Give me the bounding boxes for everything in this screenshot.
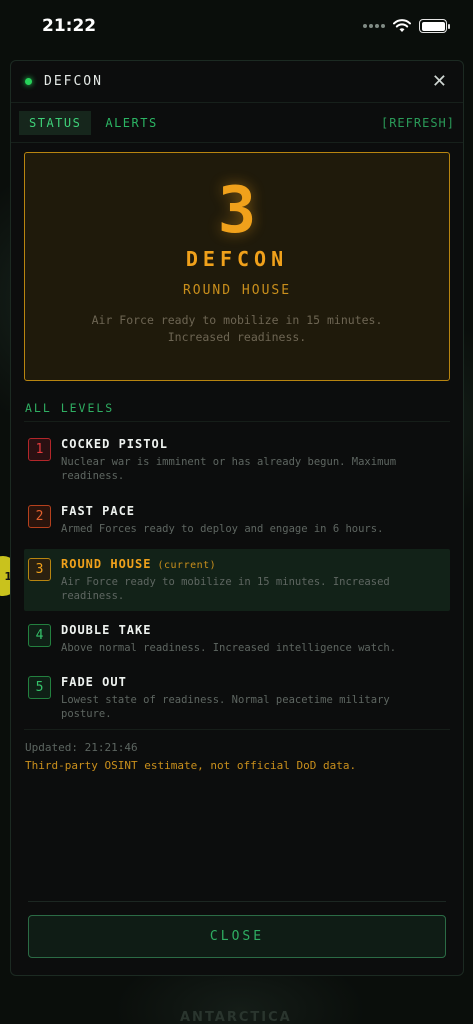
defcon-panel: DEFCON ✕ STATUS ALERTS [REFRESH] 3 DEFCO…	[10, 60, 464, 976]
close-icon[interactable]: ✕	[432, 71, 447, 92]
battery-icon	[419, 19, 450, 33]
level-badge: 4	[28, 624, 51, 647]
levels-list: 1 COCKED PISTOL Nuclear war is imminent …	[24, 429, 450, 729]
level-item-5: 5 FADE OUT Lowest state of readiness. No…	[24, 667, 450, 729]
status-icons	[363, 19, 450, 33]
tab-bar: STATUS ALERTS [REFRESH]	[11, 103, 463, 143]
refresh-button[interactable]: [REFRESH]	[381, 116, 455, 130]
map-label: ANTARCTICA	[180, 1010, 292, 1024]
level-name: FADE OUT	[61, 675, 127, 689]
level-item-1: 1 COCKED PISTOL Nuclear war is imminent …	[24, 429, 450, 491]
tab-status[interactable]: STATUS	[19, 110, 92, 135]
panel-header: DEFCON ✕	[11, 61, 463, 103]
divider	[28, 901, 446, 902]
level-badge: 5	[28, 676, 51, 699]
updated-timestamp: Updated: 21:21:46	[25, 741, 138, 754]
signal-icon	[363, 24, 385, 28]
close-button[interactable]: CLOSE	[28, 915, 446, 958]
level-description: Air Force ready to mobilize in 15 minute…	[61, 576, 390, 602]
level-description: Nuclear war is imminent or has already b…	[61, 456, 397, 482]
tab-alerts[interactable]: ALERTS	[95, 111, 167, 135]
level-badge: 2	[28, 505, 51, 528]
level-description: Lowest state of readiness. Normal peacet…	[61, 694, 390, 720]
panel-title: DEFCON	[44, 74, 103, 89]
level-item-2: 2 FAST PACE Armed Forces ready to deploy…	[24, 496, 450, 544]
status-time: 21:22	[42, 16, 97, 36]
level-description: Armed Forces ready to deploy and engage …	[61, 523, 384, 535]
level-name: COCKED PISTOL	[61, 437, 168, 451]
divider	[24, 421, 450, 422]
wifi-icon	[393, 19, 411, 32]
levels-heading: ALL LEVELS	[25, 401, 115, 415]
level-item-3: 3 ROUND HOUSE (current) Air Force ready t…	[24, 549, 450, 611]
level-badge: 3	[28, 558, 51, 581]
level-name: FAST PACE	[61, 504, 136, 518]
level-name: ROUND HOUSE (current)	[61, 557, 217, 571]
level-badge: 1	[28, 438, 51, 461]
current-tag: (current)	[157, 560, 217, 571]
level-description: Above normal readiness. Increased intell…	[61, 642, 397, 654]
current-defcon-card: 3 DEFCON ROUND HOUSE Air Force ready to …	[24, 152, 450, 381]
defcon-description: Air Force ready to mobilize in 15 minute…	[91, 313, 383, 344]
live-indicator-icon	[25, 78, 32, 85]
disclaimer-text: Third-party OSINT estimate, not official…	[25, 759, 357, 772]
divider	[24, 729, 450, 730]
defcon-number: 3	[217, 174, 257, 248]
defcon-word: DEFCON	[185, 247, 289, 271]
status-bar: 21:22	[0, 0, 473, 52]
defcon-level-name: ROUND HOUSE	[182, 283, 292, 298]
level-name: DOUBLE TAKE	[61, 623, 152, 637]
level-item-4: 4 DOUBLE TAKE Above normal readiness. In…	[24, 615, 450, 663]
